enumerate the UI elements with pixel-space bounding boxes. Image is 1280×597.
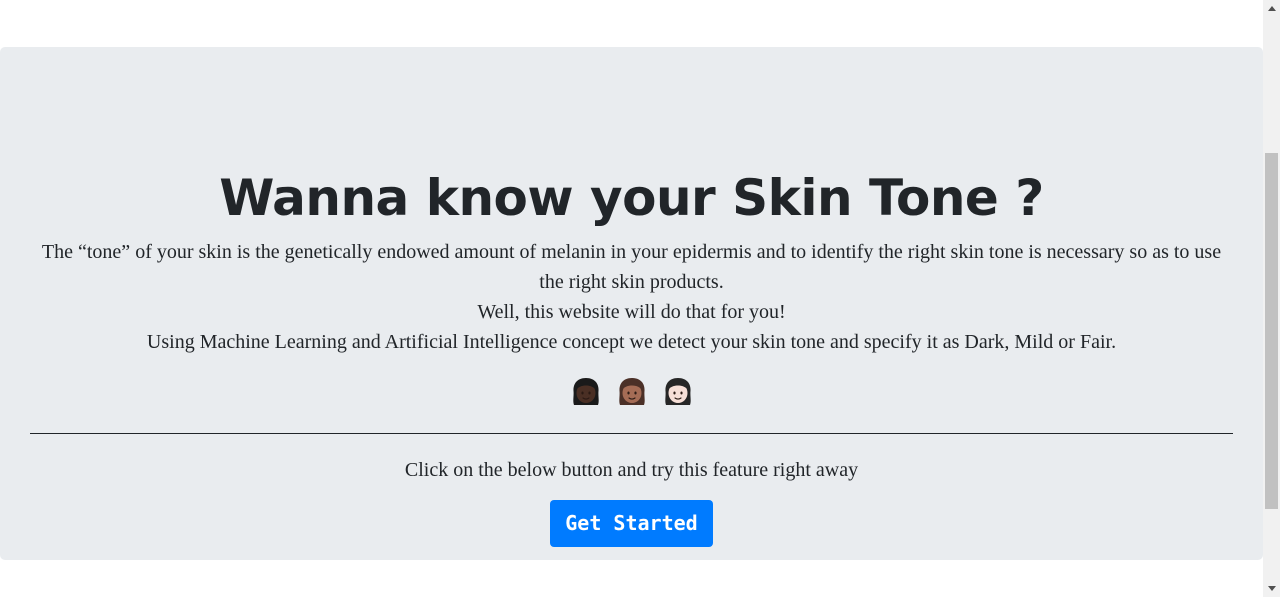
woman-light-skin-tone-icon	[664, 378, 691, 405]
woman-medium-skin-tone-icon	[618, 378, 645, 405]
description-paragraph-tone: The “tone” of your skin is the genetical…	[41, 241, 1222, 293]
description-paragraph-ml: Using Machine Learning and Artificial In…	[146, 331, 1117, 353]
scroll-up-button[interactable]	[1263, 0, 1280, 17]
scroll-down-button[interactable]	[1263, 580, 1280, 597]
page-content: Wanna know your Skin Tone ? The “tone” o…	[0, 0, 1263, 597]
skin-tone-emoji-row	[0, 377, 1263, 411]
description-paragraph-website: Well, this website will do that for you!	[477, 301, 786, 323]
woman-dark-skin-tone-icon	[572, 378, 599, 405]
cta-prompt: Click on the below button and try this f…	[404, 459, 859, 481]
page-title: Wanna know your Skin Tone ?	[219, 169, 1044, 227]
arrow-up-icon	[1267, 6, 1276, 11]
get-started-button[interactable]: Get Started	[550, 500, 713, 547]
section-divider	[30, 433, 1233, 434]
vertical-scrollbar[interactable]	[1263, 0, 1280, 597]
hero-jumbotron: Wanna know your Skin Tone ? The “tone” o…	[0, 47, 1263, 560]
arrow-down-icon	[1267, 586, 1276, 591]
scrollbar-thumb[interactable]	[1265, 153, 1278, 509]
browser-viewport: Wanna know your Skin Tone ? The “tone” o…	[0, 0, 1280, 597]
hero-description: The “tone” of your skin is the genetical…	[30, 237, 1233, 357]
